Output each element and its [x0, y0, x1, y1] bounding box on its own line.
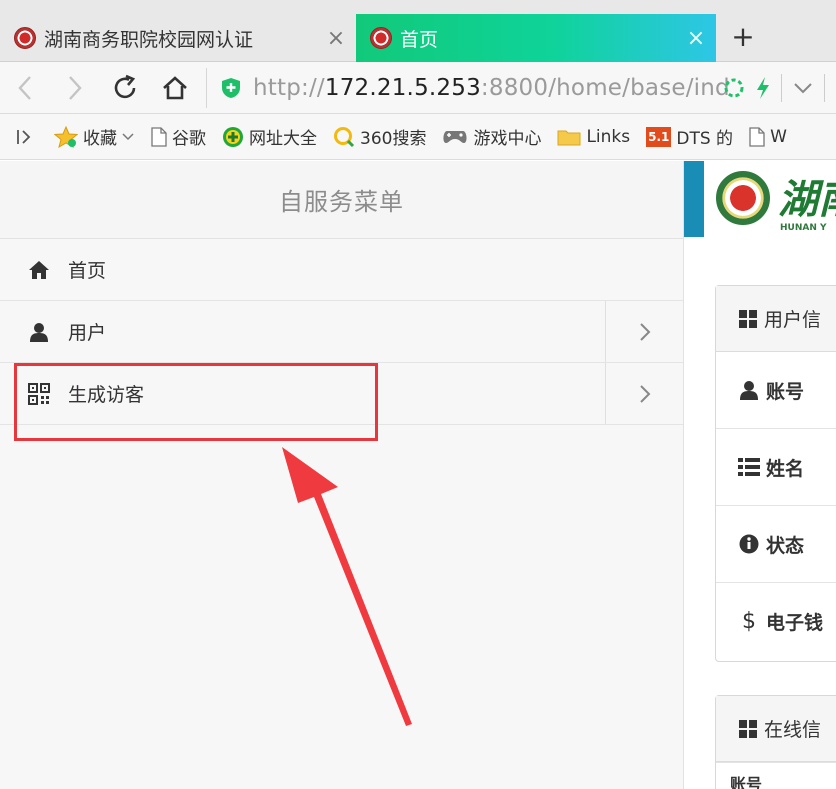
chevron-left-icon [18, 75, 31, 100]
tab-title: 湖南商务职院校园网认证 [44, 28, 254, 51]
online-info-panel: 在线信 账号 [715, 695, 836, 789]
url-field[interactable]: http://172.21.5.253:8800/home/base/ind [206, 68, 836, 108]
panel-title: 用户信 [716, 286, 836, 352]
self-service-sidebar: 自服务菜单 首页 用户 生成访客 [0, 161, 684, 789]
sidebar-item-label: 用户 [68, 322, 107, 344]
info-row-name: 姓名 [716, 429, 836, 506]
bookmark-w[interactable]: W [749, 127, 787, 147]
school-logo-text: 湖南 [778, 176, 836, 223]
header-accent-strip [684, 161, 704, 237]
tab-title: 首页 [400, 28, 439, 51]
home-icon [28, 259, 50, 281]
sidebar-item-user[interactable]: 用户 [0, 301, 683, 363]
chevron-right-icon [639, 384, 650, 403]
grid-icon [738, 719, 758, 739]
forward-button[interactable] [50, 63, 100, 113]
divider [824, 74, 825, 102]
reload-icon [114, 74, 136, 98]
school-logo-subtitle: HUNAN Y [780, 223, 827, 233]
tab-home[interactable]: 首页 × [356, 14, 716, 62]
bookmark-hao[interactable]: 网址大全 [222, 124, 317, 149]
close-icon[interactable]: × [316, 26, 356, 51]
shield-icon [222, 78, 240, 98]
grid-icon [738, 309, 758, 329]
url-extras [723, 74, 825, 102]
reload-button[interactable] [100, 63, 150, 113]
info-row-account: 账号 [716, 352, 836, 429]
bookmark-dts[interactable]: 5.1 DTS 的 [646, 124, 733, 149]
info-row-status: 状态 [716, 506, 836, 583]
expand-visitor-button[interactable] [605, 363, 683, 424]
sidebar-title: 自服务菜单 [0, 161, 683, 239]
chevron-down-icon [122, 132, 134, 140]
back-button[interactable] [0, 63, 50, 113]
dts-icon: 5.1 [646, 126, 672, 147]
user-icon [738, 380, 760, 400]
info-row-wallet: $ 电子钱 [716, 583, 836, 660]
search-circle-icon [333, 126, 355, 148]
bookmark-google[interactable]: 谷歌 [151, 124, 206, 149]
sidebar-toggle-button[interactable] [16, 128, 32, 146]
list-icon [738, 458, 760, 476]
expand-user-button[interactable] [605, 301, 683, 362]
browser-tab-strip: 湖南商务职院校园网认证 × 首页 × + [0, 0, 836, 62]
dollar-icon: $ [742, 609, 756, 634]
page-icon [151, 126, 167, 147]
chevron-down-icon[interactable] [792, 80, 814, 96]
address-bar: http://172.21.5.253:8800/home/base/ind [0, 62, 836, 114]
school-seal-icon [14, 27, 36, 49]
annotation-highlight-box [14, 363, 378, 441]
new-tab-button[interactable]: + [726, 16, 760, 58]
online-table-header: 账号 [716, 762, 836, 789]
bookmark-favorites[interactable]: 收藏 [54, 124, 135, 149]
close-icon[interactable]: × [676, 26, 716, 51]
sidebar-toggle-icon [17, 129, 31, 144]
home-button[interactable] [150, 63, 200, 113]
tab-campus-auth[interactable]: 湖南商务职院校园网认证 × [0, 14, 356, 62]
main-content: 湖南 HUNAN Y 用户信 账号 姓名 状态 $ 电子钱 [684, 161, 836, 789]
user-icon [28, 321, 50, 343]
bookmark-bar: 收藏 谷歌 网址大全 360搜索 游戏中心 Links 5.1 DTS 的 W [0, 114, 836, 160]
chevron-right-icon [69, 75, 82, 100]
user-info-panel: 用户信 账号 姓名 状态 $ 电子钱 [715, 285, 836, 662]
folder-icon [557, 128, 581, 146]
sidebar-item-label: 首页 [68, 260, 107, 282]
url-text: http://172.21.5.253:8800/home/base/ind [253, 75, 730, 101]
info-icon [738, 534, 760, 554]
star-icon [54, 125, 78, 148]
bookmark-links-folder[interactable]: Links [557, 127, 630, 147]
loading-icon [724, 78, 744, 98]
chevron-right-icon [639, 322, 650, 341]
gamepad-icon [442, 128, 468, 146]
school-seal-icon [370, 27, 392, 49]
plus-circle-icon [222, 126, 244, 148]
lightning-icon[interactable] [755, 76, 771, 100]
bookmark-360-search[interactable]: 360搜索 [333, 124, 426, 149]
panel-title: 在线信 [716, 696, 836, 762]
school-logo-seal [716, 171, 770, 225]
divider [781, 74, 782, 102]
page-icon [749, 126, 765, 147]
sidebar-item-home[interactable]: 首页 [0, 239, 683, 301]
home-icon [163, 75, 187, 99]
bookmark-game-center[interactable]: 游戏中心 [442, 124, 541, 149]
